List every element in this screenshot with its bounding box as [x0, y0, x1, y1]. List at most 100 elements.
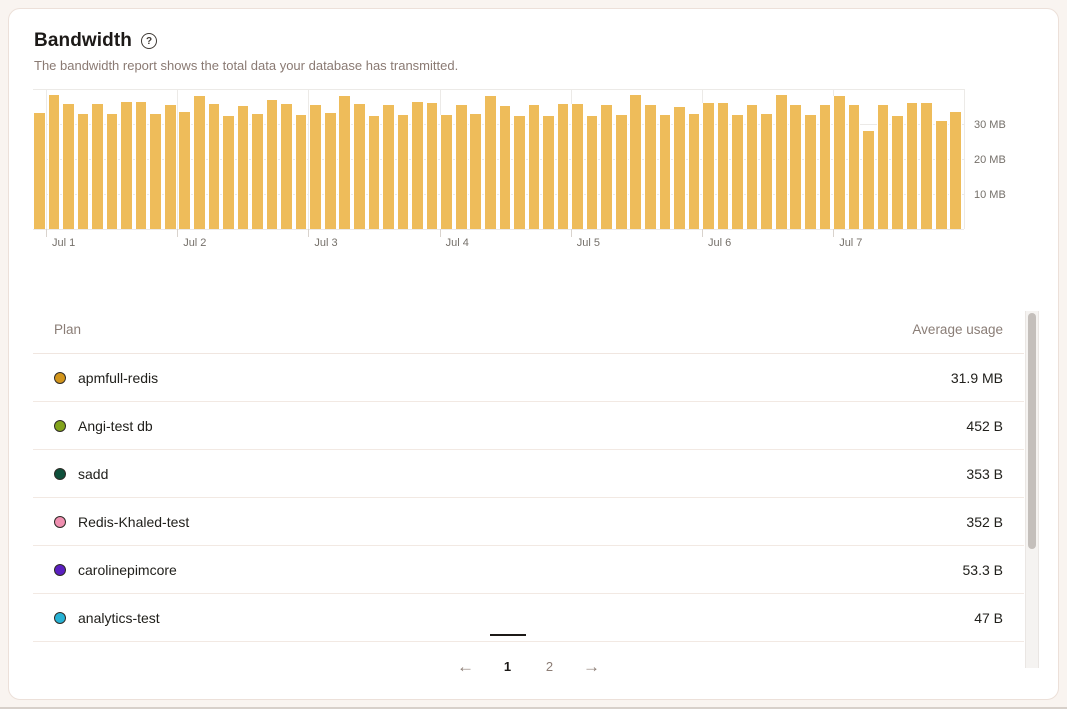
- chart-bar: [469, 114, 482, 230]
- plan-color-dot: [54, 612, 66, 624]
- chart-bar: [688, 114, 701, 229]
- table-scrollbar-track[interactable]: [1025, 311, 1039, 668]
- chart-bar: [106, 114, 119, 230]
- chart-bar: [455, 105, 468, 229]
- chart-bar: [33, 113, 46, 229]
- x-axis-tick: [308, 229, 309, 237]
- chart-bar: [760, 114, 773, 230]
- chart-bar: [295, 115, 308, 229]
- usage-value: 352 B: [966, 514, 1003, 530]
- table-row[interactable]: Redis-Khaled-test 352 B: [33, 498, 1024, 546]
- plan-color-dot: [54, 516, 66, 528]
- chart-bar: [644, 105, 657, 229]
- table-row[interactable]: sadd 353 B: [33, 450, 1024, 498]
- chart-gridline-horizontal: [33, 89, 964, 90]
- chart-bar: [877, 105, 890, 229]
- chart-bar: [222, 116, 235, 229]
- usage-value: 452 B: [966, 418, 1003, 434]
- x-axis-tick: [177, 229, 178, 237]
- chart-bar: [891, 116, 904, 229]
- chart-bar: [309, 105, 322, 229]
- chart-bar: [62, 104, 75, 229]
- page-title: Bandwidth: [34, 30, 132, 52]
- x-axis-label: Jul 4: [446, 237, 469, 249]
- x-axis-tick: [833, 229, 834, 237]
- chart-bar: [149, 114, 162, 230]
- usage-value: 53.3 B: [963, 562, 1003, 578]
- chart-bar: [120, 102, 133, 229]
- chart-bar: [629, 95, 642, 229]
- chart-bar: [717, 103, 730, 229]
- chart-bar: [77, 114, 90, 230]
- chart-bar: [702, 103, 715, 229]
- chart-bar: [949, 112, 962, 229]
- chart-bar: [164, 105, 177, 229]
- table-row[interactable]: analytics-test47 B: [33, 594, 1024, 642]
- x-axis-label: Jul 1: [52, 237, 75, 249]
- chart-bar: [251, 114, 264, 230]
- page-button-2[interactable]: 2: [538, 653, 562, 681]
- y-axis-label: 20 MB: [974, 154, 1006, 166]
- usage-table: Plan Average usage apmfull-redis31.9 MBA…: [33, 306, 1024, 691]
- y-axis-label: 10 MB: [974, 189, 1006, 201]
- chart-bar: [586, 116, 599, 229]
- x-axis-tick: [702, 229, 703, 237]
- chart-bar: [819, 105, 832, 229]
- usage-value: 47 B: [974, 610, 1003, 626]
- chart-bar: [338, 96, 351, 229]
- x-axis-tick: [571, 229, 572, 237]
- chart-gridline-horizontal: [33, 229, 964, 230]
- chart-bar: [673, 107, 686, 230]
- prev-page-arrow-icon[interactable]: ←: [454, 653, 478, 681]
- x-axis-label: Jul 2: [183, 237, 206, 249]
- chart-bar: [193, 96, 206, 229]
- x-axis-label: Jul 3: [314, 237, 337, 249]
- plan-color-dot: [54, 468, 66, 480]
- chart-bar: [353, 104, 366, 229]
- chart-bar: [426, 103, 439, 229]
- chart-bar: [484, 96, 497, 229]
- chart-bar: [91, 104, 104, 229]
- chart-bar: [542, 116, 555, 229]
- chart-bar: [571, 104, 584, 229]
- table-scrollbar-thumb[interactable]: [1028, 313, 1036, 549]
- chart-bar: [804, 115, 817, 229]
- bandwidth-chart: Jul 1 Jul 2 Jul 3 Jul 4 Jul 5 Jul 6 Jul 7 30 MB…: [33, 89, 1018, 259]
- plan-name: Angi-test db: [78, 418, 153, 434]
- active-page-indicator: [490, 634, 526, 636]
- chart-bar: [920, 103, 933, 229]
- table-row[interactable]: carolinepimcore53.3 B: [33, 546, 1024, 594]
- x-axis-label: Jul 5: [577, 237, 600, 249]
- chart-bar: [862, 131, 875, 229]
- help-icon[interactable]: ?: [141, 33, 157, 49]
- chart-bar: [237, 106, 250, 229]
- usage-value: 353 B: [966, 466, 1003, 482]
- chart-bar: [382, 105, 395, 229]
- chart-bar: [440, 115, 453, 229]
- plan-name: apmfull-redis: [78, 370, 158, 386]
- plan-name: Redis-Khaled-test: [78, 514, 189, 530]
- column-header-average-usage: Average usage: [912, 322, 1003, 337]
- chart-bar: [397, 115, 410, 229]
- card-header: Bandwidth ? The bandwidth report shows t…: [34, 30, 458, 73]
- next-page-arrow-icon[interactable]: →: [580, 653, 604, 681]
- x-axis-label: Jul 6: [708, 237, 731, 249]
- bandwidth-card: Bandwidth ? The bandwidth report shows t…: [8, 8, 1059, 700]
- usage-value: 31.9 MB: [951, 370, 1003, 386]
- chart-bar: [731, 115, 744, 229]
- chart-bar: [833, 96, 846, 229]
- chart-bar: [499, 106, 512, 229]
- chart-plot-area: [33, 89, 964, 229]
- chart-bar: [935, 121, 948, 229]
- table-row[interactable]: Angi-test db 452 B: [33, 402, 1024, 450]
- table-row[interactable]: apmfull-redis 31.9 MB: [33, 354, 1024, 402]
- chart-bar: [848, 105, 861, 229]
- chart-bar: [746, 105, 759, 229]
- chart-bar: [411, 102, 424, 229]
- plan-name: sadd: [78, 466, 108, 482]
- chart-bar: [178, 112, 191, 229]
- y-axis-label: 30 MB: [974, 119, 1006, 131]
- page-button-1[interactable]: 1: [496, 653, 520, 681]
- x-axis-label: Jul 7: [839, 237, 862, 249]
- chart-bar: [513, 116, 526, 229]
